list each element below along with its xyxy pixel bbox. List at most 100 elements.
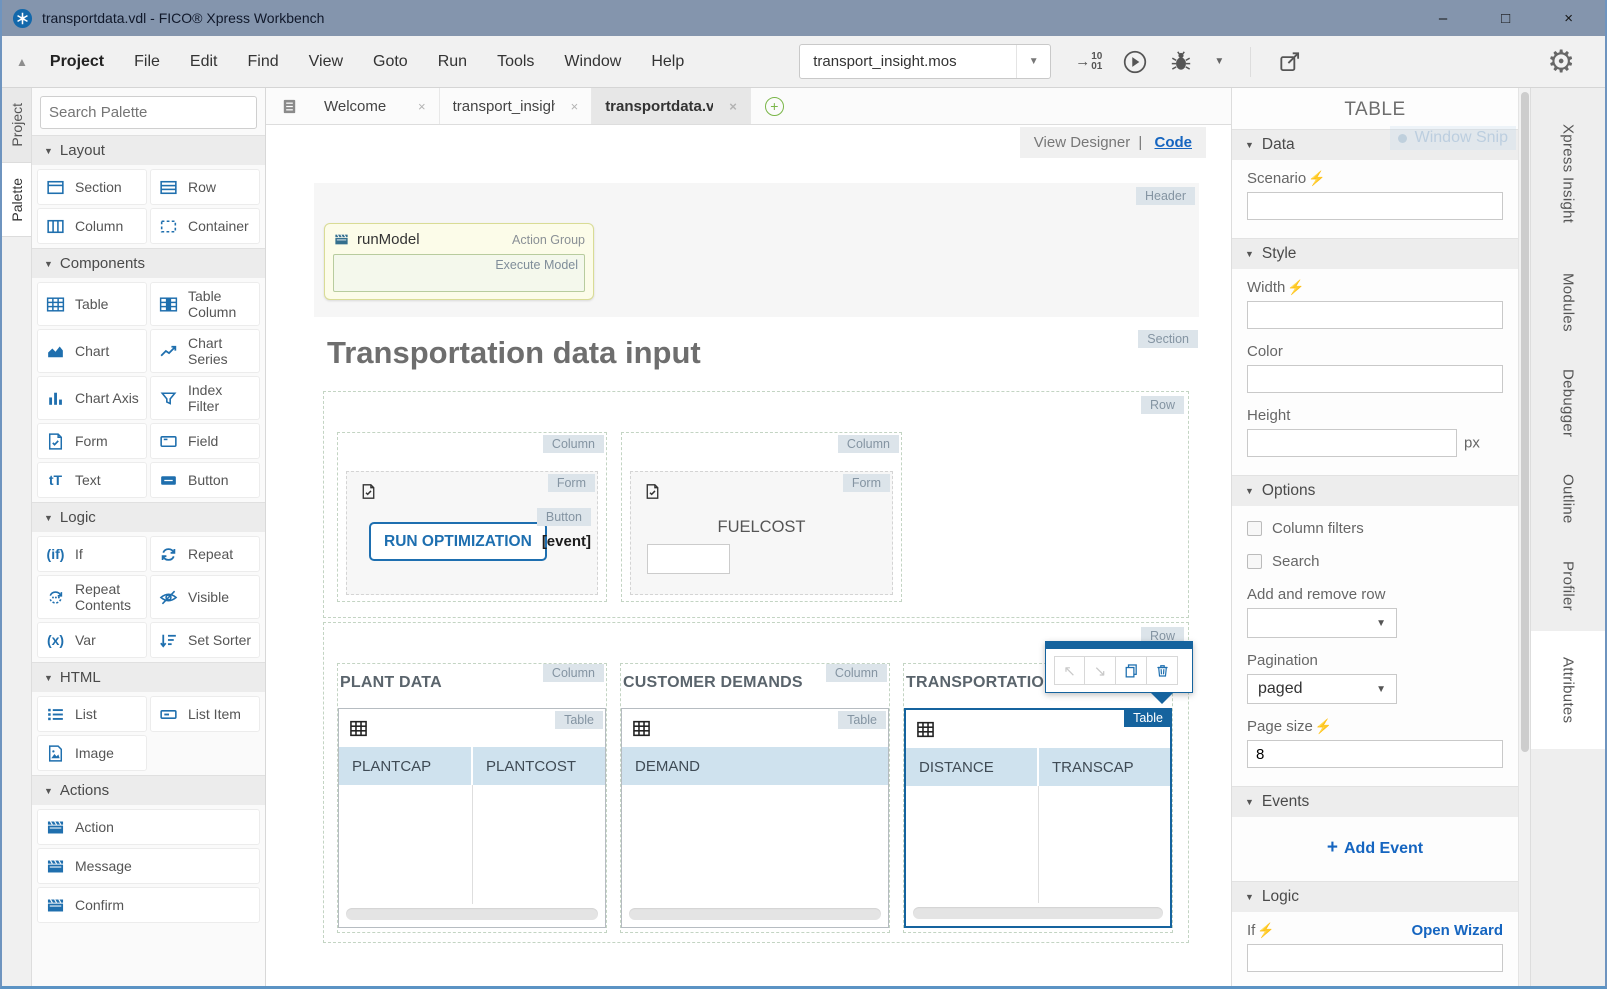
palette-search[interactable] — [40, 96, 257, 129]
publish-share-button[interactable] — [1277, 49, 1303, 75]
search-input[interactable] — [49, 104, 248, 121]
palette-item-confirm[interactable]: Confirm — [37, 887, 260, 923]
tab-transport-insight[interactable]: transport_insight.mos× — [440, 88, 593, 124]
vdl-column-run[interactable]: Column Form Button RUN OPTIMIZATION [eve… — [337, 432, 607, 602]
open-wizard-link[interactable]: Open Wizard — [1411, 922, 1503, 939]
collapse-toolbar-icon[interactable]: ▲ — [16, 55, 28, 69]
palette-item-row[interactable]: Row — [150, 169, 260, 205]
palette-item-image[interactable]: Image — [37, 735, 147, 771]
side-tab-outline[interactable]: Outline — [1531, 457, 1605, 541]
properties-scrollbar[interactable] — [1518, 88, 1530, 986]
lightning-icon[interactable]: ⚡ — [1315, 718, 1332, 735]
column-filters-checkbox[interactable] — [1247, 521, 1262, 536]
palette-item-list-item[interactable]: List Item — [150, 696, 260, 732]
palette-section-html[interactable]: ▼HTML — [32, 662, 265, 692]
menu-window[interactable]: Window — [549, 53, 636, 71]
pagination-select[interactable]: paged▼ — [1247, 674, 1397, 704]
height-input[interactable] — [1247, 429, 1457, 457]
search-checkbox[interactable] — [1247, 554, 1262, 569]
palette-item-chart-axis[interactable]: Chart Axis — [37, 376, 147, 420]
palette-item-column[interactable]: Column — [37, 208, 147, 244]
side-tab-attributes[interactable]: Attributes — [1531, 631, 1605, 749]
close-icon[interactable]: × — [729, 99, 737, 114]
minimize-button[interactable]: – — [1439, 10, 1447, 27]
menu-project[interactable]: Project — [38, 53, 119, 71]
add-event-button[interactable]: +Add Event — [1232, 817, 1518, 881]
props-section-events[interactable]: ▼Events — [1232, 786, 1518, 817]
palette-section-components[interactable]: ▼Components — [32, 248, 265, 278]
palette-item-chart-series[interactable]: Chart Series — [150, 329, 260, 373]
run-optimization-button[interactable]: RUN OPTIMIZATION — [369, 522, 547, 561]
side-tab-palette[interactable]: Palette — [2, 163, 31, 238]
palette-item-form[interactable]: Form — [37, 423, 147, 459]
props-section-style[interactable]: ▼Style — [1232, 238, 1518, 269]
close-icon[interactable]: × — [571, 99, 579, 114]
execute-model-action[interactable]: Execute Model — [333, 254, 585, 292]
palette-item-index-filter[interactable]: Index Filter — [150, 376, 260, 420]
width-input[interactable] — [1247, 301, 1503, 329]
vdl-row-forms[interactable]: Row Column Form Button RUN OPTIMIZATION … — [323, 391, 1189, 618]
file-list-icon[interactable] — [280, 97, 299, 116]
side-tab-modules[interactable]: Modules — [1531, 256, 1605, 349]
debug-bug-button[interactable] — [1168, 49, 1194, 75]
palette-item-set-sorter[interactable]: Set Sorter — [150, 622, 260, 658]
fuelcost-input[interactable] — [647, 544, 730, 574]
customer-demands-table[interactable]: Table DEMAND — [621, 708, 889, 928]
palette-item-field[interactable]: Field — [150, 423, 260, 459]
palette-section-logic[interactable]: ▼Logic — [32, 502, 265, 532]
tab-welcome[interactable]: Welcome× — [311, 88, 440, 124]
vdl-column-transportation[interactable]: TRANSPORTATION Table DISTANCE TRANSCAP — [903, 663, 1173, 933]
run-model-action-group[interactable]: runModel Action Group Execute Model — [324, 223, 594, 300]
props-section-logic[interactable]: ▼Logic — [1232, 881, 1518, 912]
lightning-icon[interactable]: ⚡ — [1257, 922, 1274, 939]
page-size-input[interactable] — [1247, 740, 1503, 768]
palette-item-if[interactable]: (if)If — [37, 536, 147, 572]
vdl-column-plant-data[interactable]: PLANT DATA Column Table PLANTCAP PLANTCO… — [337, 663, 607, 933]
run-play-button[interactable] — [1122, 49, 1148, 75]
run-form[interactable]: Form Button RUN OPTIMIZATION [event] — [346, 471, 598, 595]
palette-section-layout[interactable]: ▼Layout — [32, 135, 265, 165]
search-option[interactable]: Search — [1247, 553, 1503, 570]
horizontal-scrollbar[interactable] — [913, 907, 1163, 919]
side-tab-project[interactable]: Project — [2, 88, 31, 163]
move-down-right-button[interactable]: ↘ — [1085, 656, 1116, 685]
horizontal-scrollbar[interactable] — [629, 908, 881, 920]
run-target-combobox[interactable]: transport_insight.mos ▼ — [799, 44, 1051, 79]
column-filters-option[interactable]: Column filters — [1247, 520, 1503, 537]
palette-item-visible[interactable]: Visible — [150, 575, 260, 619]
props-section-options[interactable]: ▼Options — [1232, 475, 1518, 506]
lightning-icon[interactable]: ⚡ — [1287, 279, 1304, 296]
scenario-input[interactable] — [1247, 192, 1503, 220]
horizontal-scrollbar[interactable] — [346, 908, 598, 920]
close-icon[interactable]: × — [418, 99, 426, 114]
side-tab-profiler[interactable]: Profiler — [1531, 544, 1605, 628]
palette-section-actions[interactable]: ▼Actions — [32, 775, 265, 805]
scrollbar-thumb[interactable] — [1521, 92, 1529, 752]
palette-item-section[interactable]: Section — [37, 169, 147, 205]
add-remove-row-select[interactable]: ▼ — [1247, 608, 1397, 638]
palette-item-repeat[interactable]: Repeat — [150, 536, 260, 572]
palette-item-chart[interactable]: Chart — [37, 329, 147, 373]
menu-file[interactable]: File — [119, 53, 175, 71]
palette-item-repeat-contents[interactable]: Repeat Contents — [37, 575, 147, 619]
side-tab-xpress-insight[interactable]: Xpress Insight — [1531, 94, 1605, 253]
goto-line-icon[interactable]: → 1001 — [1075, 52, 1102, 72]
plant-data-table[interactable]: Table PLANTCAP PLANTCOST — [338, 708, 606, 928]
menu-edit[interactable]: Edit — [175, 53, 233, 71]
menu-tools[interactable]: Tools — [482, 53, 549, 71]
menu-run[interactable]: Run — [423, 53, 482, 71]
menu-help[interactable]: Help — [636, 53, 699, 71]
menu-find[interactable]: Find — [233, 53, 294, 71]
move-up-left-button[interactable]: ↖ — [1054, 656, 1085, 685]
palette-item-message[interactable]: Message — [37, 848, 260, 884]
transportation-table-selected[interactable]: Table DISTANCE TRANSCAP — [904, 708, 1172, 928]
duplicate-button[interactable] — [1116, 656, 1147, 685]
tab-transportdata[interactable]: transportdata.vdl× — [592, 88, 751, 124]
menu-view[interactable]: View — [294, 53, 358, 71]
color-input[interactable] — [1247, 365, 1503, 393]
view-designer-label[interactable]: View Designer — [1034, 134, 1130, 151]
maximize-button[interactable]: □ — [1501, 10, 1510, 27]
vdl-column-customer-demands[interactable]: CUSTOMER DEMANDS Column Table DEMAND — [620, 663, 890, 933]
combobox-caret-icon[interactable]: ▼ — [1016, 45, 1050, 78]
palette-item-container[interactable]: Container — [150, 208, 260, 244]
